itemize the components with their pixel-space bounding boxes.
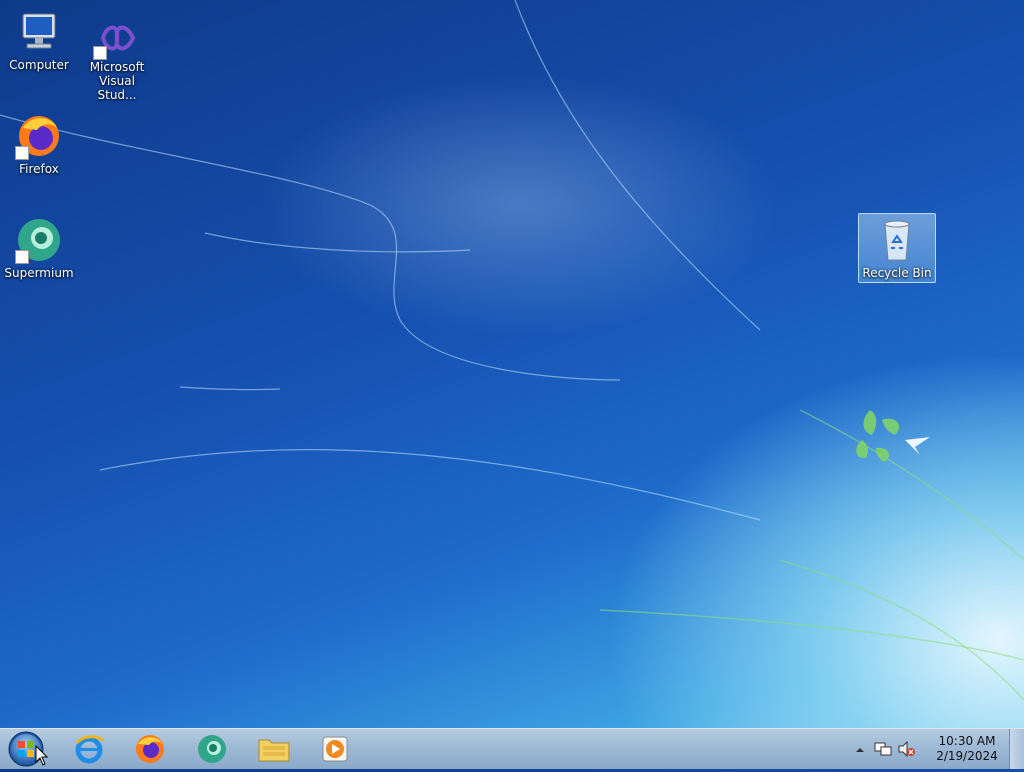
clock-time: 10:30 AM xyxy=(938,734,996,748)
visual-studio-icon xyxy=(93,18,141,66)
desktop-icon-recycle-bin[interactable]: Recycle Bin xyxy=(858,213,936,283)
wallpaper-art xyxy=(0,0,1024,701)
shortcut-arrow-icon xyxy=(15,250,29,264)
desktop-icon-label: Recycle Bin xyxy=(862,266,932,280)
desktop-icon-visual-studio[interactable]: Microsoft Visual Stud... xyxy=(79,18,155,102)
clock[interactable]: 10:30 AM 2/19/2024 xyxy=(932,734,1002,764)
recycle-bin-icon xyxy=(873,216,921,264)
network-icon[interactable] xyxy=(874,741,892,757)
firefox-icon xyxy=(15,112,63,160)
taskbar-supermium[interactable] xyxy=(187,731,237,767)
shortcut-arrow-icon xyxy=(93,46,107,60)
folder-icon xyxy=(258,739,290,762)
desktop-icon-label: Computer xyxy=(9,58,69,72)
supermium-icon xyxy=(198,735,226,763)
system-tray: 10:30 AM 2/19/2024 xyxy=(854,729,1024,769)
taskbar-media-player[interactable] xyxy=(310,731,360,767)
computer-icon xyxy=(15,8,63,56)
mouse-cursor-icon xyxy=(35,745,49,766)
supermium-icon xyxy=(15,216,63,264)
desktop-icon-label: Microsoft Visual Stud... xyxy=(89,60,145,102)
volume-muted-icon[interactable] xyxy=(898,740,916,758)
desktop-icon-supermium[interactable]: Supermium xyxy=(1,216,77,286)
internet-explorer-icon xyxy=(75,735,105,764)
desktop-icon-label: Supermium xyxy=(4,266,74,280)
taskbar-internet-explorer[interactable] xyxy=(64,731,114,767)
clock-date: 2/19/2024 xyxy=(936,749,998,763)
show-desktop-button[interactable] xyxy=(1009,729,1024,769)
media-player-icon xyxy=(322,736,348,762)
taskbar: 10:30 AM 2/19/2024 xyxy=(0,728,1024,769)
desktop-icon-computer[interactable]: Computer xyxy=(1,8,77,78)
taskbar-firefox[interactable] xyxy=(125,731,175,767)
desktop-icon-firefox[interactable]: Firefox xyxy=(1,112,77,182)
show-hidden-icons-arrow[interactable] xyxy=(854,742,866,758)
taskbar-windows-explorer[interactable] xyxy=(249,731,299,767)
desktop-icon-label: Firefox xyxy=(19,162,59,176)
shortcut-arrow-icon xyxy=(15,146,29,160)
firefox-icon xyxy=(136,735,164,763)
